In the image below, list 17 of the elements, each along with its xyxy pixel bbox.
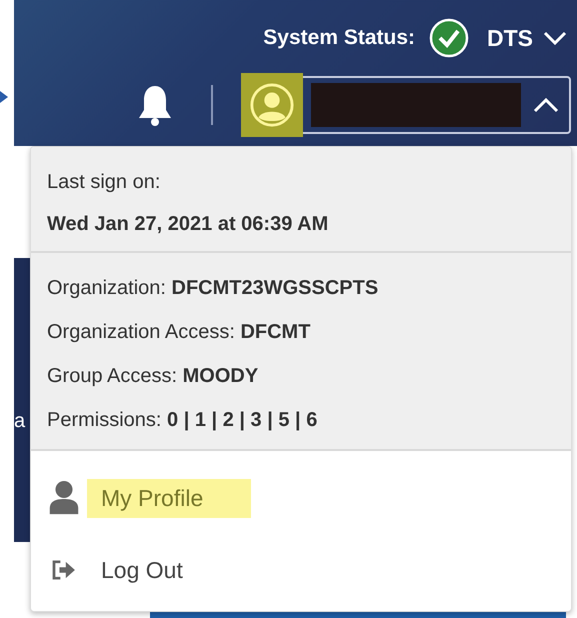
menu-link[interactable]: My Profile — [87, 478, 252, 518]
chevron-down-icon — [543, 31, 567, 45]
account-detail: Group Access: MOODY — [47, 364, 260, 389]
chevron-up-icon — [533, 97, 559, 113]
background-text: a — [14, 410, 26, 433]
system-dropdown[interactable]: DTS — [483, 24, 571, 52]
last-sign-on-label: Last sign on: — [47, 170, 162, 195]
user-avatar-icon — [249, 82, 295, 128]
last-sign-on-date: Wed Jan 27, 2021 at 06:39 AM — [47, 212, 330, 237]
arrow-icon — [0, 91, 8, 103]
account-detail: Organization Access: DFCMT — [47, 320, 312, 345]
account-detail: Permissions: 0 | 1 | 2 | 3 | 5 | 6 — [47, 408, 318, 433]
account-detail: Organization: DFCMT23WGSSCPTS — [47, 276, 380, 301]
user-menu-button[interactable] — [243, 76, 571, 134]
person-icon — [47, 480, 81, 516]
status-label: System Status: — [263, 26, 415, 50]
menu-link[interactable]: Log Out — [87, 550, 231, 590]
